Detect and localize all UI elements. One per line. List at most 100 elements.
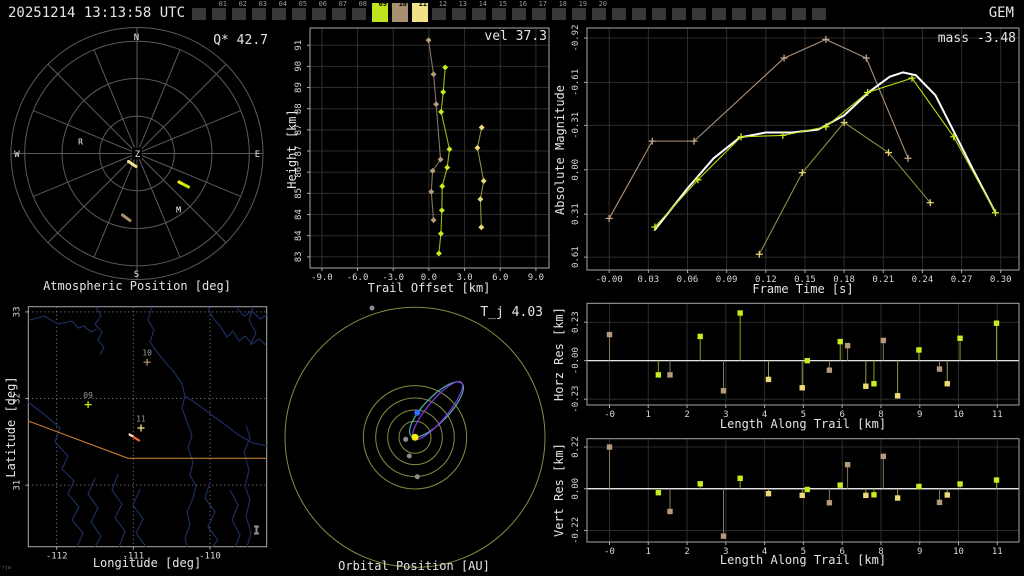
- svg-text:-0.00: -0.00: [571, 347, 581, 374]
- svg-text:9: 9: [917, 410, 922, 420]
- magnitude-plot-series-camera-10: [606, 36, 912, 222]
- svg-text:0.00: 0.00: [571, 159, 581, 181]
- camera-slot[interactable]: [652, 8, 666, 20]
- camera-slot-label: 10: [392, 1, 407, 8]
- camera-slot-label: 03: [252, 1, 267, 8]
- svg-text:09: 09: [83, 391, 93, 400]
- svg-text:0.24: 0.24: [912, 275, 934, 285]
- trail-ylabel: Height [km]: [285, 89, 299, 209]
- camera-slot-label: 04: [272, 1, 287, 8]
- horz-residual-plot-series-camera-11: [766, 361, 950, 399]
- camera-slot-01[interactable]: [212, 8, 226, 20]
- svg-text:N: N: [134, 33, 139, 43]
- camera-slot-12[interactable]: [432, 8, 446, 20]
- svg-text:84: 84: [294, 230, 304, 241]
- map-xlabel: Longitude [deg]: [72, 556, 222, 570]
- camera-slot-label: 14: [472, 1, 487, 8]
- camera-slot[interactable]: [672, 8, 686, 20]
- camera-slot[interactable]: [632, 8, 646, 20]
- camera-slot-07[interactable]: [332, 8, 346, 20]
- camera-slot[interactable]: [692, 8, 706, 20]
- camera-slot-08[interactable]: [352, 8, 366, 20]
- mass-value: mass -3.48: [896, 31, 1016, 46]
- svg-text:0.00: 0.00: [571, 478, 581, 500]
- magnitude-plot-series-camera-09: [651, 75, 999, 231]
- camera-slot-15[interactable]: [492, 8, 506, 20]
- camera-slot-label: 01: [212, 1, 227, 8]
- camera-slot-label: 02: [232, 1, 247, 8]
- camera-slot-label: 05: [292, 1, 307, 8]
- map-river-lines: [28, 307, 267, 547]
- svg-text:0.06: 0.06: [677, 275, 699, 285]
- camera-slot-20[interactable]: [592, 8, 606, 20]
- orbit-caption: Orbital Position [AU]: [314, 559, 514, 573]
- ground-map-plot: -112-111-110333231: [12, 306, 266, 561]
- station-markers: 091011: [83, 349, 152, 432]
- svg-text:11: 11: [992, 410, 1003, 420]
- trail-xlabel: Trail Offset [km]: [329, 281, 529, 295]
- vert-residual-plot-series-camera-11: [766, 489, 950, 501]
- svg-text:1: 1: [646, 547, 651, 557]
- camera-slot[interactable]: [612, 8, 626, 20]
- camera-slot-label: 19: [572, 1, 587, 8]
- camera-slot[interactable]: [732, 8, 746, 20]
- camera-slot[interactable]: [752, 8, 766, 20]
- svg-text:10: 10: [142, 349, 152, 358]
- svg-text:0.23: 0.23: [571, 311, 581, 333]
- svg-text:R: R: [78, 138, 83, 147]
- svg-text:M: M: [176, 206, 181, 215]
- svg-text:-0: -0: [604, 547, 615, 557]
- camera-slot[interactable]: [192, 8, 206, 20]
- camera-slot-04[interactable]: [272, 8, 286, 20]
- trail-offset-plot: -9.0-6.0-3.00.03.06.09.08384848586878788…: [294, 28, 549, 283]
- camera-slot-label: 13: [452, 1, 467, 8]
- camera-slot-label: 07: [332, 1, 347, 8]
- camera-slot-label: 20: [592, 1, 607, 8]
- svg-text:2: 2: [684, 547, 689, 557]
- velocity-value: vel 37.3: [447, 29, 547, 44]
- svg-text:-0.23: -0.23: [571, 386, 581, 413]
- radiant-and-moon-markers: RM: [78, 138, 181, 215]
- svg-text:84: 84: [294, 209, 304, 220]
- magnitude-plot-series-fit-curve: [655, 72, 996, 230]
- svg-text:0.61: 0.61: [571, 246, 581, 268]
- svg-text:-0.00: -0.00: [596, 275, 623, 285]
- q-star-value: Q* 42.7: [204, 33, 268, 48]
- camera-slot-label: 12: [432, 1, 447, 8]
- svg-text:0.31: 0.31: [571, 203, 581, 225]
- orbital-position-plot: [285, 306, 545, 568]
- camera-slot-17[interactable]: [532, 8, 546, 20]
- svg-text:-0.61: -0.61: [571, 69, 581, 96]
- camera-slot-06[interactable]: [312, 8, 326, 20]
- camera-slot[interactable]: [812, 8, 826, 20]
- camera-slot[interactable]: [792, 8, 806, 20]
- shower-code: GEM: [989, 5, 1014, 21]
- vert-residual-plot: -01234568910110.220.00-0.22: [571, 436, 1019, 557]
- camera-slot[interactable]: [772, 8, 786, 20]
- camera-slot-label: 17: [532, 1, 547, 8]
- svg-text:9.0: 9.0: [528, 273, 544, 283]
- svg-text:90: 90: [294, 61, 304, 72]
- watermark: rjw: [2, 565, 11, 571]
- magnitude-plot: -0.000.030.060.090.120.150.180.210.240.2…: [571, 24, 1019, 285]
- mag-ylabel: Absolute Magnitude: [553, 70, 567, 230]
- map-ylabel: Latitude [deg]: [4, 357, 18, 497]
- camera-slot-02[interactable]: [232, 8, 246, 20]
- camera-slot-13[interactable]: [452, 8, 466, 20]
- svg-text:2: 2: [684, 410, 689, 420]
- magnitude-plot-series-camera-11: [756, 119, 934, 258]
- svg-text:0.03: 0.03: [637, 275, 659, 285]
- camera-slot-18[interactable]: [552, 8, 566, 20]
- trail-offset-plot-series-camera-09: [436, 64, 453, 256]
- horz-ylabel: Horz Res [km]: [552, 292, 566, 416]
- camera-slot-14[interactable]: [472, 8, 486, 20]
- camera-slot-label: 18: [552, 1, 567, 8]
- camera-slot-05[interactable]: [292, 8, 306, 20]
- camera-slot-19[interactable]: [572, 8, 586, 20]
- horz-residual-plot: -01234568910110.23-0.00-0.23: [571, 303, 1019, 420]
- camera-slot-label: 11: [412, 1, 427, 8]
- camera-slot-16[interactable]: [512, 8, 526, 20]
- camera-slot-strip: 0102030405060708091011121314151617181920: [0, 0, 1024, 25]
- camera-slot-03[interactable]: [252, 8, 266, 20]
- camera-slot[interactable]: [712, 8, 726, 20]
